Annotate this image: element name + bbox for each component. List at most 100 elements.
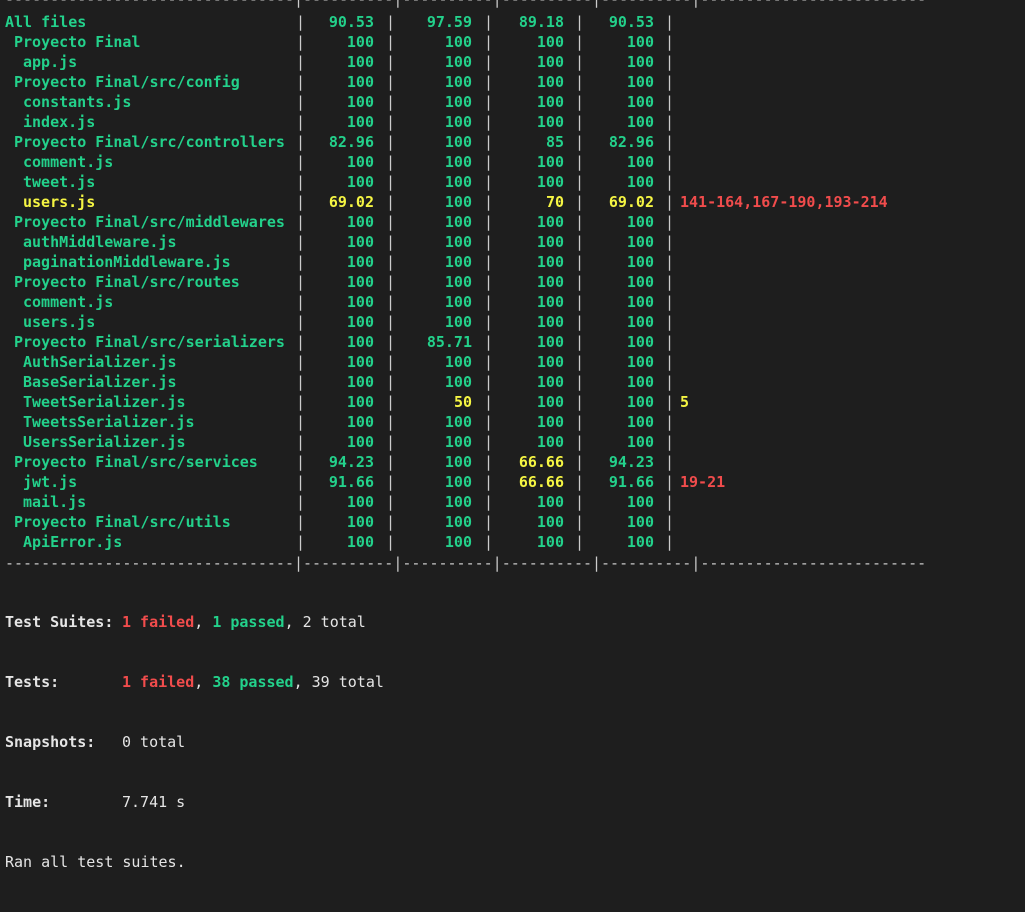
table-row: Proyecto Final/src/middlewares | | | | | 100 10… [0, 212, 1025, 232]
cell-funcs: 100 [536, 173, 564, 191]
column-separator: | [575, 293, 585, 311]
cell-funcs: 66.66 [518, 453, 564, 471]
table-row: Proyecto Final/src/config | | | | | 100 100 100 1… [0, 72, 1025, 92]
table-row: AuthSerializer.js | | | | | 100 100 100 100 [0, 352, 1025, 372]
column-separator: | [296, 273, 306, 291]
file-name: comment.js [23, 293, 114, 311]
summary-tests: Tests: 1 failed, 38 passed, 39 total [5, 673, 384, 691]
column-separator: | [575, 413, 585, 431]
column-separator: | [575, 253, 585, 271]
cell-branch: 100 [444, 173, 472, 191]
cell-branch: 100 [444, 253, 472, 271]
column-separator: | [575, 113, 585, 131]
cell-branch: 100 [444, 153, 472, 171]
file-name: Proyecto Final/src/routes [14, 273, 240, 291]
column-separator: | [296, 113, 306, 131]
cell-funcs: 100 [536, 33, 564, 51]
cell-funcs: 100 [536, 373, 564, 391]
cell-lines: 94.23 [608, 453, 654, 471]
column-separator: | [575, 13, 585, 31]
column-separator: | [386, 393, 396, 411]
table-row: tweet.js | | | | | 100 100 100 100 [0, 172, 1025, 192]
column-separator: | [665, 393, 675, 411]
column-separator: | [386, 13, 396, 31]
table-row: Proyecto Final/src/services | | | | | 94.23 100… [0, 452, 1025, 472]
terminal[interactable]: --------------------------------|-------… [0, 0, 1025, 871]
cell-branch: 100 [444, 493, 472, 511]
cell-stmts: 100 [346, 233, 374, 251]
table-row: app.js | | | | | 100 100 100 100 [0, 52, 1025, 72]
cell-funcs: 100 [536, 313, 564, 331]
table-row: Proyecto Final | | | | | 100 100 100 100 [0, 32, 1025, 52]
column-separator: | [296, 173, 306, 191]
cell-stmts: 100 [346, 153, 374, 171]
cell-branch: 100 [444, 433, 472, 451]
column-separator: | [575, 133, 585, 151]
cell-stmts: 100 [346, 253, 374, 271]
cell-stmts: 100 [346, 273, 374, 291]
column-separator: | [386, 313, 396, 331]
column-separator: | [575, 373, 585, 391]
file-name: Proyecto Final/src/config [14, 73, 240, 91]
file-name: BaseSerializer.js [23, 373, 177, 391]
column-separator: | [386, 273, 396, 291]
cell-branch: 100 [444, 313, 472, 331]
column-separator: | [386, 433, 396, 451]
column-separator: | [296, 153, 306, 171]
cell-lines: 100 [626, 213, 654, 231]
table-row: Proyecto Final/src/serializers | | | | | 100 85… [0, 332, 1025, 352]
cell-branch: 100 [444, 113, 472, 131]
file-name: Proyecto Final/src/serializers [14, 333, 285, 351]
cell-lines: 100 [626, 53, 654, 71]
file-name: users.js [23, 313, 96, 331]
cell-uncovered-lines: 19-21 [680, 473, 726, 491]
file-name: paginationMiddleware.js [23, 253, 231, 271]
column-separator: | [296, 53, 306, 71]
summary-time: Time: 7.741 s [5, 792, 384, 812]
column-separator: | [296, 93, 306, 111]
column-separator: | [665, 193, 675, 211]
column-separator: | [665, 473, 675, 491]
cell-funcs: 100 [536, 253, 564, 271]
cell-stmts: 100 [346, 493, 374, 511]
table-row: authMiddleware.js | | | | | 100 100 100 100 [0, 232, 1025, 252]
column-separator: | [575, 353, 585, 371]
cell-lines: 100 [626, 293, 654, 311]
cell-funcs: 100 [536, 353, 564, 371]
column-separator: | [484, 13, 494, 31]
column-separator: | [296, 313, 306, 331]
cell-lines: 100 [626, 313, 654, 331]
cell-funcs: 100 [536, 513, 564, 531]
column-separator: | [296, 393, 306, 411]
column-separator: | [386, 213, 396, 231]
column-separator: | [386, 413, 396, 431]
column-separator: | [665, 333, 675, 351]
column-separator: | [296, 13, 306, 31]
column-separator: | [575, 233, 585, 251]
column-separator: | [575, 513, 585, 531]
column-separator: | [575, 473, 585, 491]
column-separator: | [296, 293, 306, 311]
cell-branch: 100 [444, 373, 472, 391]
file-name: app.js [23, 53, 78, 71]
cell-stmts: 100 [346, 173, 374, 191]
column-separator: | [484, 273, 494, 291]
column-separator: | [484, 473, 494, 491]
table-row: users.js | | | | | 69.02 100 70 69.02 141-164,167-… [0, 192, 1025, 212]
cell-branch: 100 [444, 273, 472, 291]
column-separator: | [296, 133, 306, 151]
column-separator: | [484, 513, 494, 531]
column-separator: | [484, 433, 494, 451]
column-separator: | [665, 413, 675, 431]
cell-funcs: 100 [536, 333, 564, 351]
column-separator: | [296, 493, 306, 511]
cell-funcs: 100 [536, 73, 564, 91]
column-separator: | [665, 213, 675, 231]
cell-stmts: 100 [346, 53, 374, 71]
column-separator: | [484, 353, 494, 371]
table-row: Proyecto Final/src/controllers | | | | | 82.96… [0, 132, 1025, 152]
column-separator: | [296, 33, 306, 51]
cell-uncovered-lines: 5 [680, 393, 690, 411]
table-row: UsersSerializer.js | | | | | 100 100 100 100 [0, 432, 1025, 452]
cell-branch: 100 [444, 533, 472, 551]
